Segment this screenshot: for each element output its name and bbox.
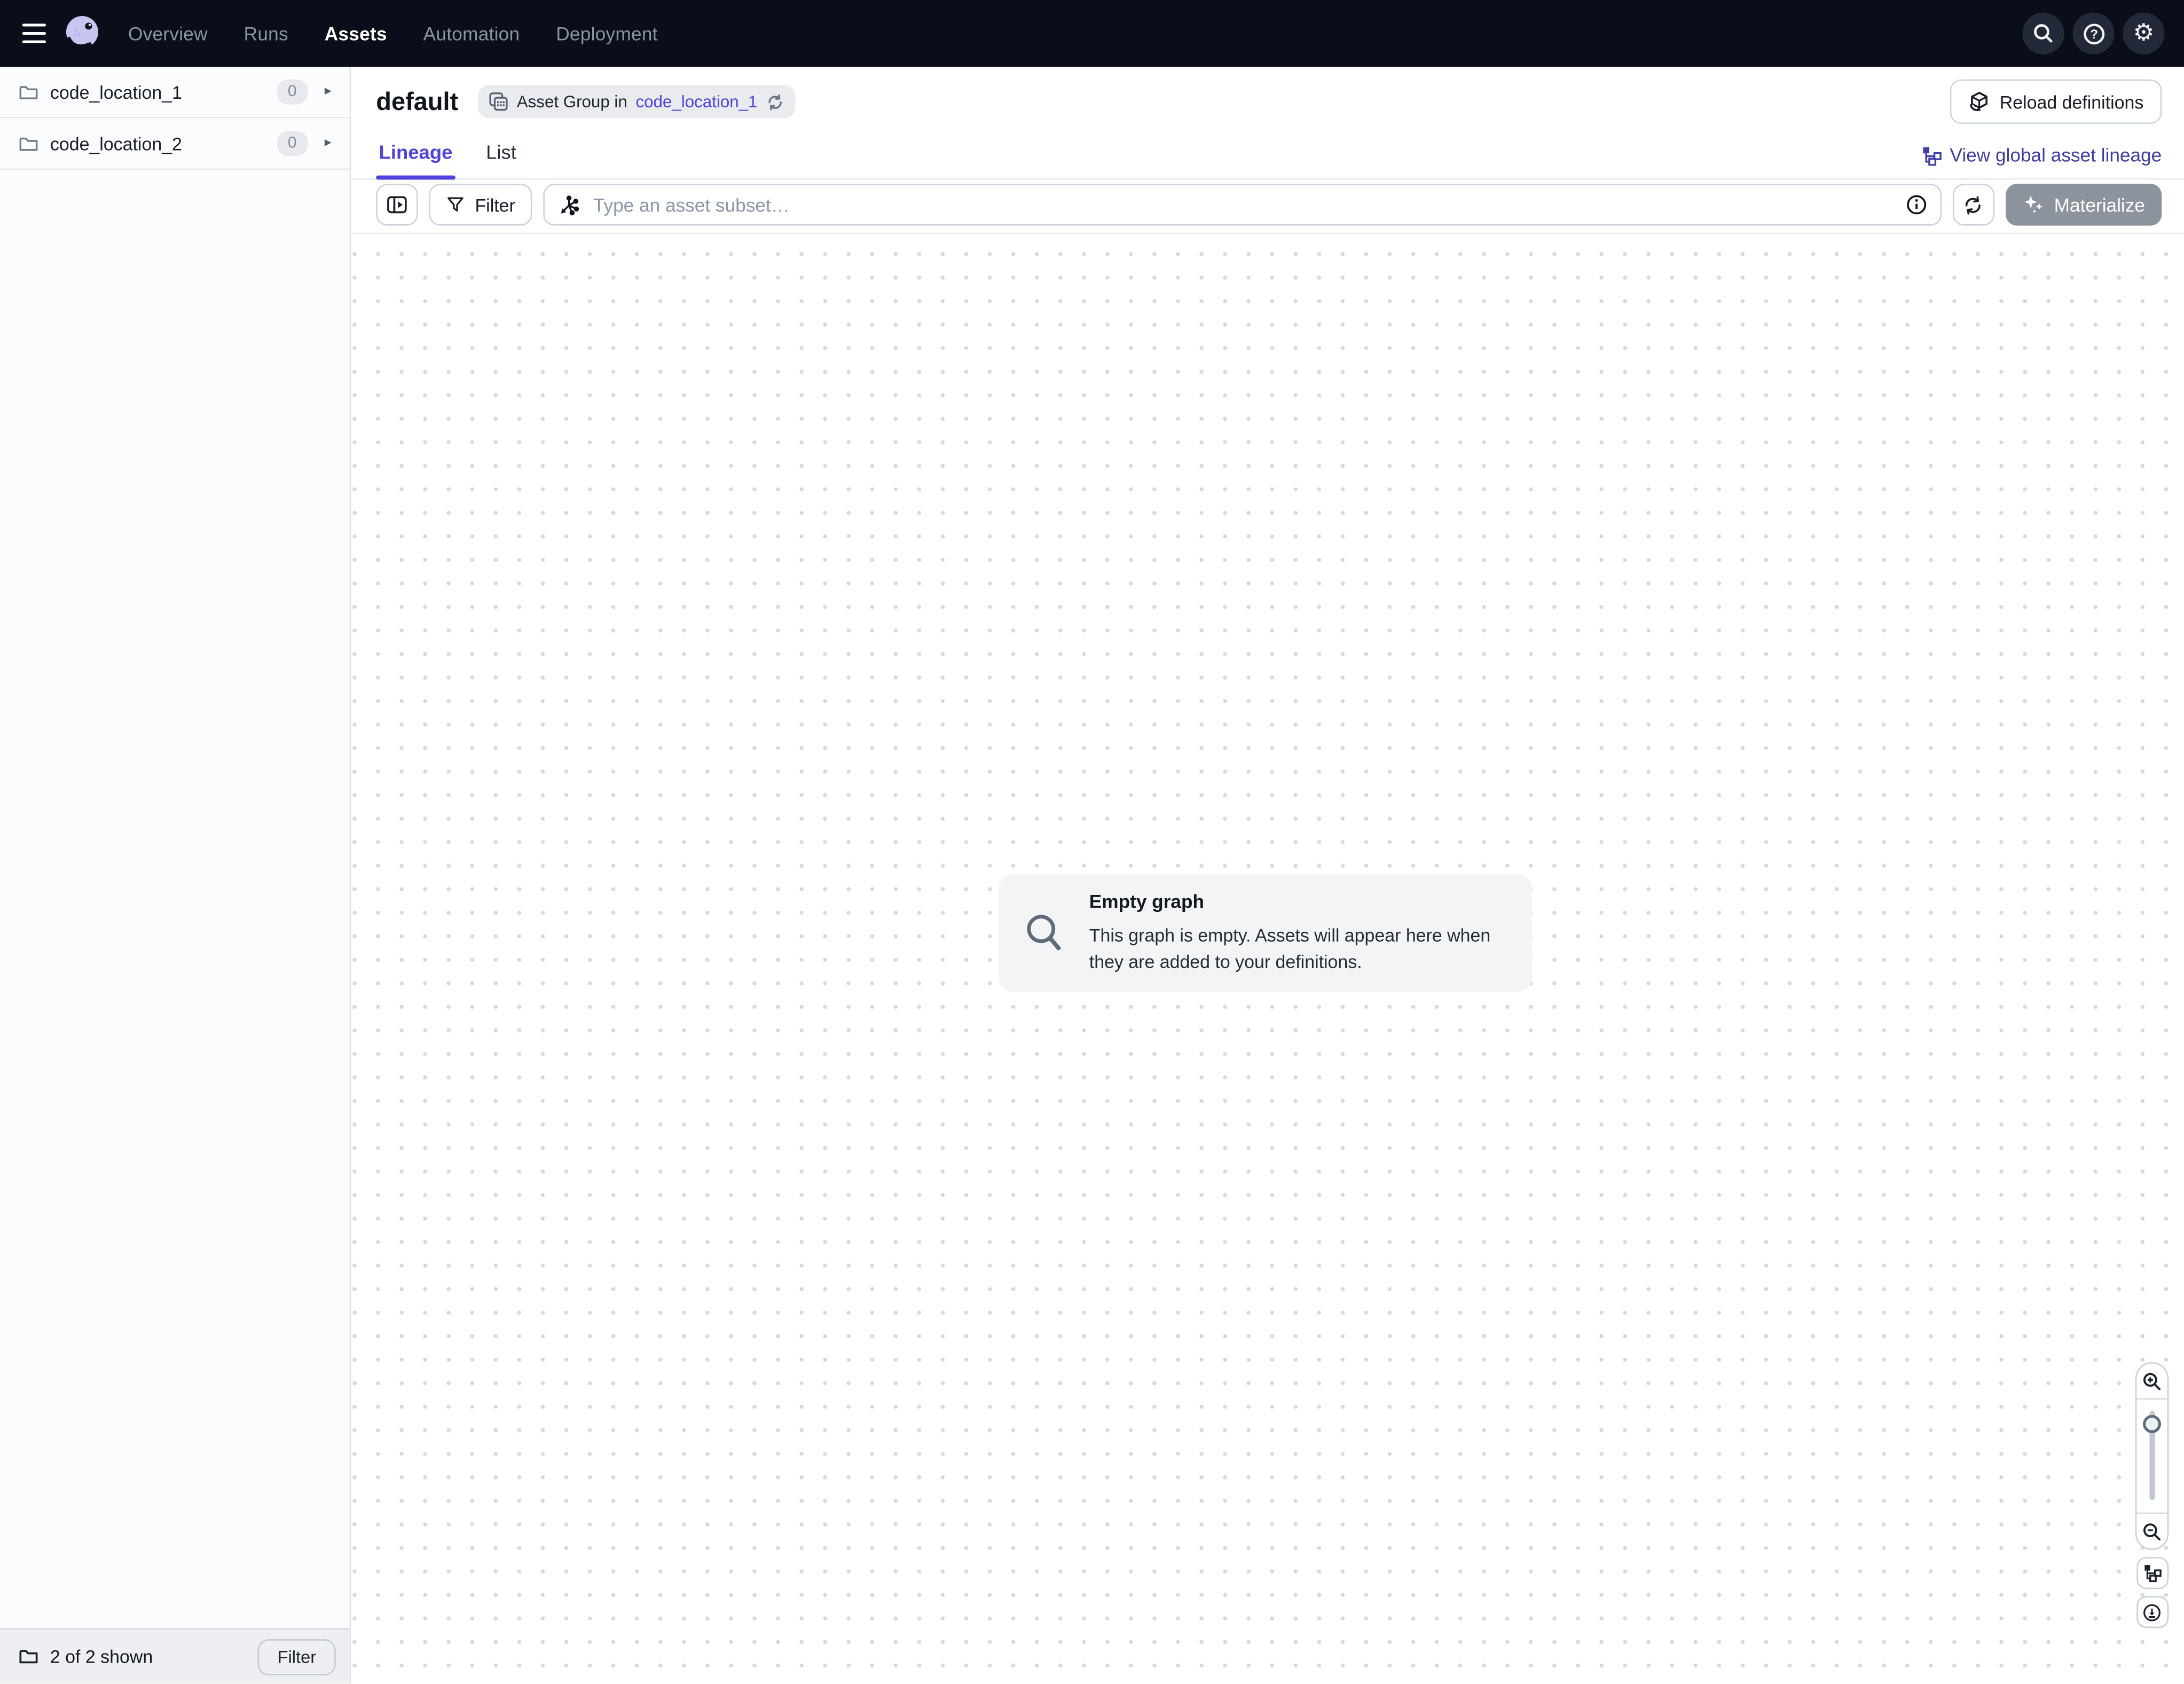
fit-graph-button[interactable] xyxy=(2136,1557,2168,1589)
zoom-in-button[interactable] xyxy=(2136,1364,2167,1400)
chevron-right-icon[interactable]: ▸ xyxy=(319,137,337,151)
asset-count-badge: 0 xyxy=(277,78,308,105)
asset-groups-sidebar: code_location_1 0 ▸ code_location_2 0 ▸ … xyxy=(0,67,351,1684)
empty-graph-texts: Empty graph This graph is empty. Assets … xyxy=(1089,891,1499,975)
svg-text:?: ? xyxy=(2089,27,2097,41)
materialize-sparkle-icon xyxy=(2022,194,2045,216)
nav-item-runs[interactable]: Runs xyxy=(244,23,288,44)
top-navbar: Overview Runs Assets Automation Deployme… xyxy=(0,0,2184,67)
magnifier-icon xyxy=(1024,912,1065,954)
page-title: default xyxy=(376,87,458,116)
view-global-asset-lineage-label: View global asset lineage xyxy=(1950,145,2162,166)
nav-item-overview[interactable]: Overview xyxy=(128,23,208,44)
help-icon: ? xyxy=(2081,21,2105,45)
folder-icon xyxy=(18,133,39,154)
sidebar-filter-button[interactable]: Filter xyxy=(258,1639,336,1675)
nav-item-assets[interactable]: Assets xyxy=(325,23,387,44)
asset-group-tag-text: Asset Group in xyxy=(517,92,627,112)
sync-icon xyxy=(1963,194,1984,215)
folder-icon xyxy=(18,82,39,103)
tab-lineage[interactable]: Lineage xyxy=(376,140,455,178)
graph-filter-button[interactable]: Filter xyxy=(429,184,532,225)
nav-item-deployment[interactable]: Deployment xyxy=(556,23,658,44)
settings-button[interactable]: ⚙ xyxy=(2123,12,2164,54)
zoom-out-button[interactable] xyxy=(2136,1513,2167,1549)
folder-icon xyxy=(18,1647,39,1667)
nav-item-automation[interactable]: Automation xyxy=(423,23,520,44)
view-global-asset-lineage-link[interactable]: View global asset lineage xyxy=(1922,145,2162,178)
download-image-button[interactable] xyxy=(2136,1596,2168,1628)
empty-graph-message: This graph is empty. Assets will appear … xyxy=(1089,921,1499,975)
primary-nav: Overview Runs Assets Automation Deployme… xyxy=(128,23,658,44)
gear-icon: ⚙ xyxy=(2133,21,2154,45)
asset-count-badge: 0 xyxy=(277,130,308,156)
lineage-graph-icon xyxy=(1922,146,1942,166)
graph-filter-label: Filter xyxy=(475,194,515,215)
dagster-logo-icon[interactable] xyxy=(59,10,106,57)
info-icon xyxy=(1905,194,1928,216)
chevron-right-icon[interactable]: ▸ xyxy=(319,85,337,99)
funnel-icon xyxy=(446,195,466,215)
sidebar-item-label: code_location_2 xyxy=(50,133,182,154)
asset-group-icon xyxy=(489,92,509,112)
shown-count-label: 2 of 2 shown xyxy=(50,1647,153,1667)
zoom-pill xyxy=(2135,1363,2169,1551)
subset-syntax-info-button[interactable] xyxy=(1905,194,1928,216)
materialize-button[interactable]: Materialize xyxy=(2005,184,2162,225)
zoom-slider[interactable] xyxy=(2136,1400,2167,1513)
panel-toggle-icon xyxy=(386,194,408,216)
sidebar-footer: 2 of 2 shown Filter xyxy=(0,1628,350,1684)
search-icon xyxy=(2032,22,2055,45)
open-panel-button[interactable] xyxy=(376,184,418,225)
code-location-link[interactable]: code_location_1 xyxy=(635,92,757,112)
asset-subset-input[interactable] xyxy=(591,193,1892,216)
sidebar-item-label: code_location_1 xyxy=(50,82,182,103)
tabs-bar: Lineage List View global asset lineage xyxy=(351,128,2184,180)
reload-definitions-button[interactable]: Reload definitions xyxy=(1950,80,2162,124)
download-icon xyxy=(2142,1602,2162,1622)
reload-definitions-label: Reload definitions xyxy=(2000,91,2144,112)
search-button[interactable] xyxy=(2022,12,2064,54)
lineage-graph-canvas[interactable]: Empty graph This graph is empty. Assets … xyxy=(351,234,2184,1684)
refresh-graph-button[interactable] xyxy=(1952,184,1994,225)
zoom-out-icon xyxy=(2142,1522,2162,1541)
asset-subset-input-wrap xyxy=(543,184,1941,225)
op-selector-icon xyxy=(559,194,579,215)
tab-list[interactable]: List xyxy=(483,140,519,178)
help-button[interactable]: ? xyxy=(2072,12,2114,54)
empty-graph-title: Empty graph xyxy=(1089,891,1499,911)
main-panel: default Asset Group in code_location_1 xyxy=(351,67,2184,1684)
page-header: default Asset Group in code_location_1 xyxy=(351,67,2184,128)
hamburger-menu-icon[interactable] xyxy=(17,17,50,50)
lineage-graph-icon xyxy=(2143,1564,2161,1583)
lineage-toolbar: Filter xyxy=(351,179,2184,234)
sidebar-item-code-location-1[interactable]: code_location_1 0 ▸ xyxy=(0,67,350,119)
zoom-in-icon xyxy=(2142,1371,2162,1391)
sidebar-item-code-location-2[interactable]: code_location_2 0 ▸ xyxy=(0,119,350,170)
asset-group-tag[interactable]: Asset Group in code_location_1 xyxy=(478,85,795,119)
app-body: code_location_1 0 ▸ code_location_2 0 ▸ … xyxy=(0,67,2184,1684)
materialize-label: Materialize xyxy=(2054,194,2145,215)
zoom-slider-knob[interactable] xyxy=(2143,1415,2161,1434)
app-root: Overview Runs Assets Automation Deployme… xyxy=(0,0,2184,1684)
empty-graph-card: Empty graph This graph is empty. Assets … xyxy=(999,875,1532,991)
refresh-icon xyxy=(766,92,784,111)
graph-zoom-controls xyxy=(2135,1363,2169,1628)
reload-definitions-icon xyxy=(1968,91,1990,113)
